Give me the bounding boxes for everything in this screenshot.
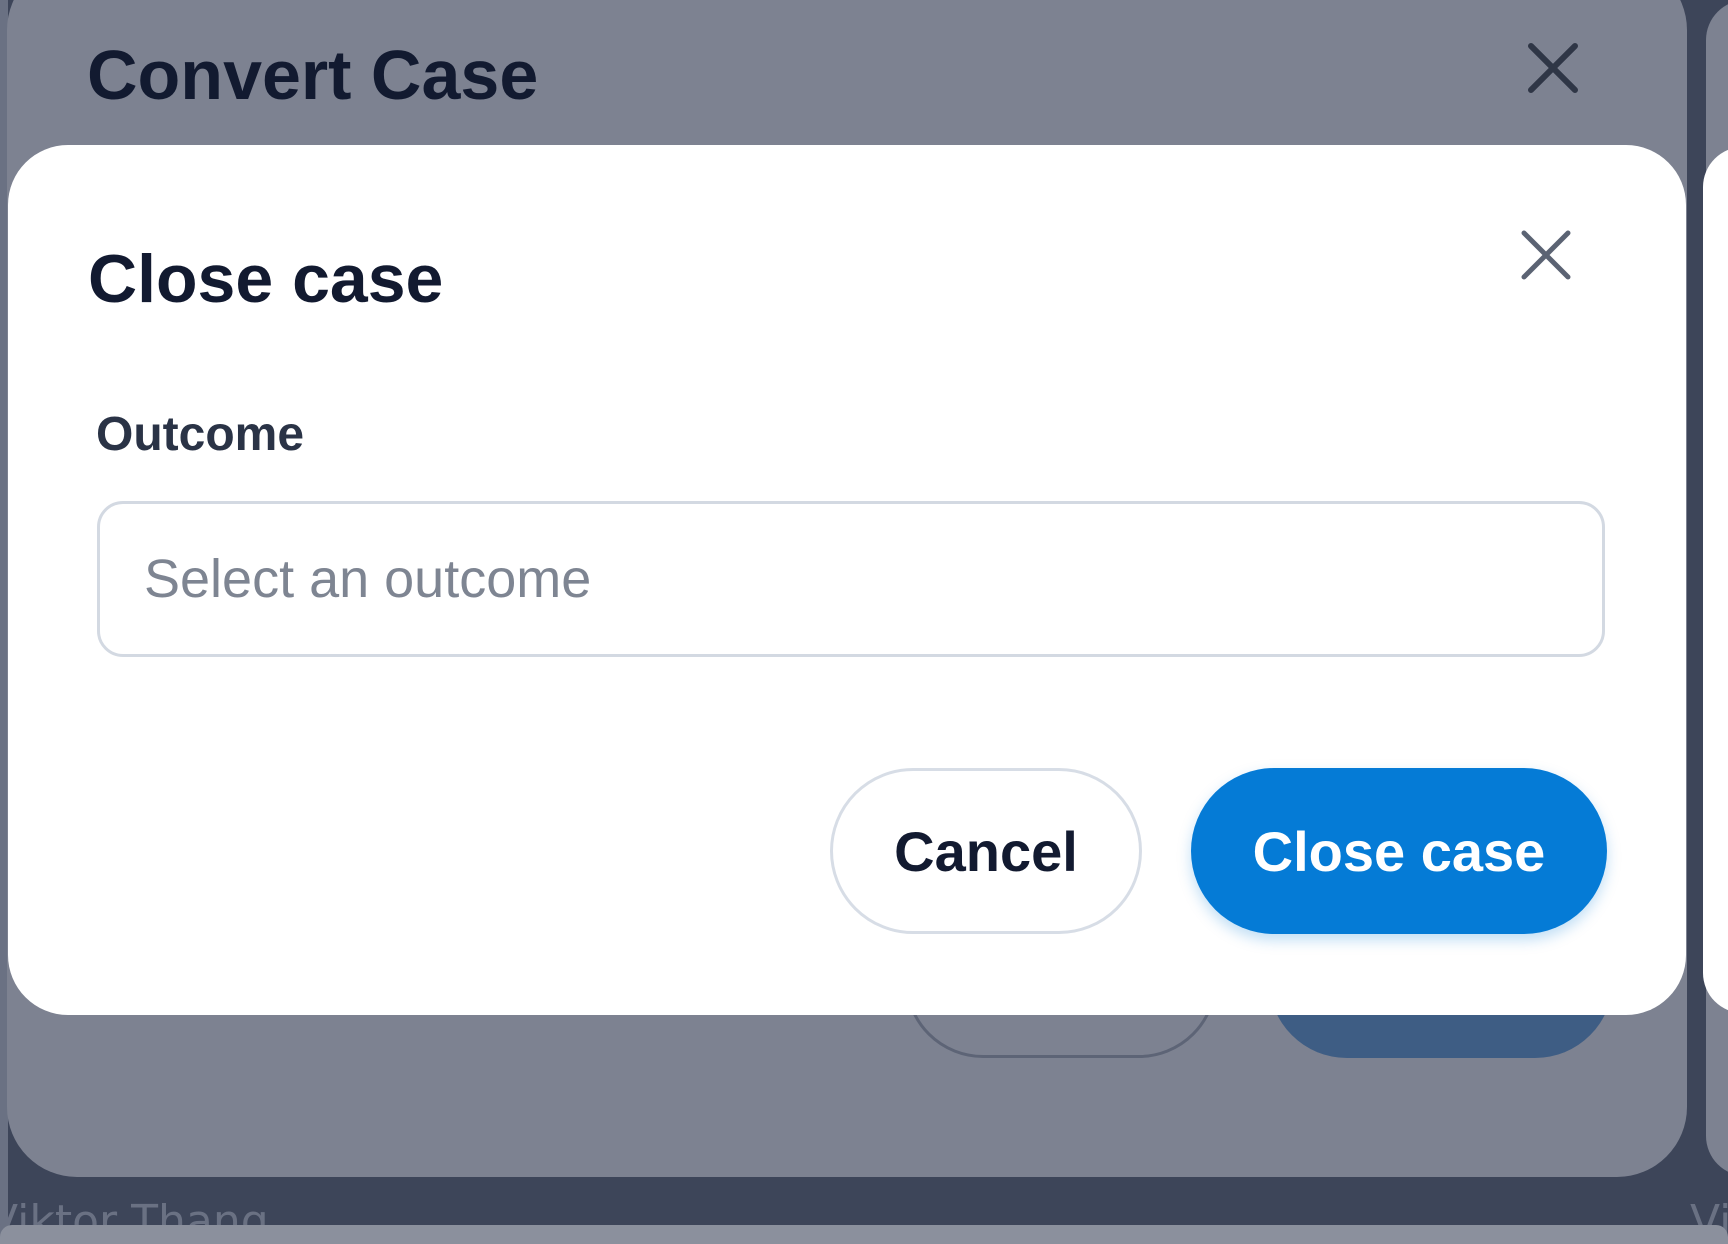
close-icon[interactable] — [1516, 225, 1576, 285]
outcome-label: Outcome — [96, 408, 305, 461]
outcome-select[interactable] — [97, 501, 1605, 657]
close-icon[interactable] — [1523, 38, 1583, 98]
background-right-panel — [1703, 147, 1728, 1013]
close-case-modal: Close case Outcome Cancel Close case — [8, 145, 1686, 1015]
cancel-button[interactable]: Cancel — [830, 768, 1142, 934]
background-bottom-card — [0, 1225, 1728, 1244]
convert-case-title: Convert Case — [87, 36, 539, 114]
close-case-button[interactable]: Close case — [1191, 768, 1607, 934]
close-case-title: Close case — [88, 241, 444, 317]
